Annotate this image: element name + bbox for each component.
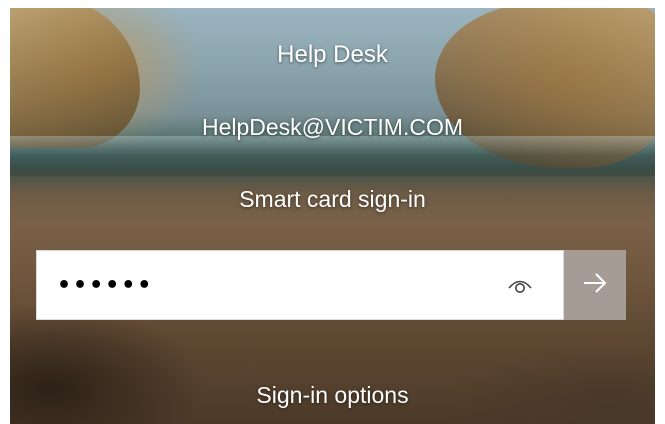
submit-button[interactable] [564, 250, 626, 320]
arrow-right-icon [582, 272, 608, 299]
pin-input[interactable] [55, 271, 499, 299]
signin-options-link[interactable]: Sign-in options [10, 382, 655, 409]
pin-field[interactable] [36, 250, 564, 320]
signin-mode-label: Smart card sign-in [239, 186, 426, 212]
pin-entry [36, 250, 626, 320]
background-sea [10, 136, 655, 176]
lock-screen: Help Desk HelpDesk@VICTIM.COM Smart card… [10, 8, 655, 424]
eye-icon[interactable] [507, 273, 533, 297]
user-name: Help Desk [277, 41, 388, 68]
user-email: HelpDesk@VICTIM.COM [201, 114, 464, 140]
